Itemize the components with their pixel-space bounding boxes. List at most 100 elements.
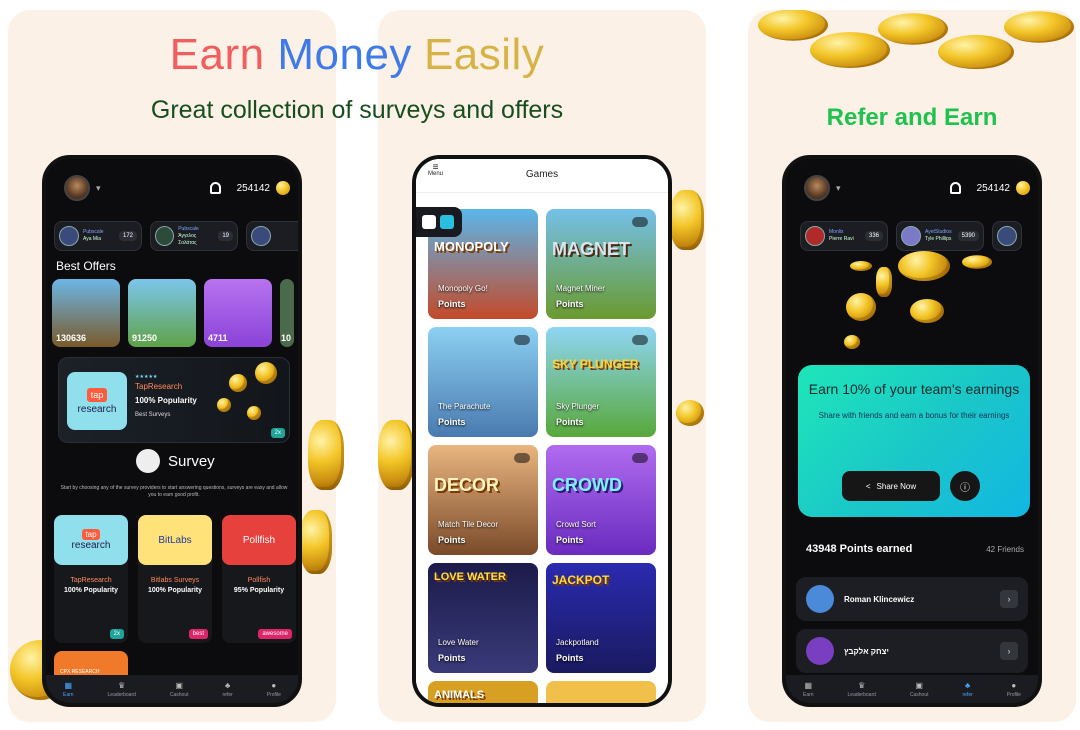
bottom-nav: ▦ Earn ♛ Leaderboard ▣ Cashout ♣ refer ● Prof…	[786, 675, 1038, 703]
provider-icon	[422, 215, 436, 229]
app-store-screenshots: Earn Money Easily Great collection of sur…	[0, 0, 1080, 730]
nav-leaderboard[interactable]: ♛ Leaderboard	[108, 681, 136, 698]
coin-decoration	[844, 335, 860, 349]
game-tile[interactable]: ANIMALS	[428, 681, 538, 703]
banner-tag: Best Surveys	[135, 412, 171, 418]
game-tile[interactable]: CROWD Crowd Sort Points	[546, 445, 656, 555]
tapresearch-logo: tap research	[67, 372, 127, 430]
add-user-icon: ♣	[965, 680, 971, 690]
coin-decoration	[308, 420, 344, 490]
game-tile[interactable]: LOVE WATER Love Water Points	[428, 563, 538, 673]
offer-tile[interactable]: 10	[280, 279, 294, 347]
toggle-icon	[632, 335, 648, 345]
coin-decoration	[300, 510, 332, 574]
chevron-right-icon[interactable]: ›	[1000, 590, 1018, 608]
coin-decoration	[229, 374, 247, 392]
game-tile[interactable]	[546, 681, 656, 703]
multiplier-badge: 2x	[270, 428, 285, 438]
chevron-down-icon[interactable]: ▾	[96, 183, 101, 194]
friends-count: 42 Friends	[986, 544, 1024, 554]
share-now-button[interactable]: < Share Now	[842, 471, 940, 501]
provider-switcher[interactable]	[416, 207, 462, 237]
coin-decoration	[876, 267, 892, 297]
featured-survey-banner[interactable]: tap research ★★★★★ TapResearch 100% Popul…	[58, 357, 290, 443]
game-tile[interactable]: The Parachute Points	[428, 327, 538, 437]
bottom-nav: ▦ Earn ♛ Leaderboard ▣ Cashout ♣ refer ● Prof…	[46, 675, 298, 703]
offer-tile[interactable]: 91250	[128, 279, 196, 347]
refer-title: Refer and Earn	[826, 104, 998, 131]
nav-earn[interactable]: ▦ Earn	[63, 681, 74, 698]
rating-stars: ★★★★★	[135, 374, 158, 380]
avatar	[997, 226, 1017, 246]
earner-chip[interactable]	[992, 221, 1022, 251]
coin-decoration	[898, 251, 950, 281]
avatar[interactable]	[64, 175, 90, 201]
points-balance: 254142	[976, 182, 1010, 194]
coin-decoration	[217, 398, 231, 412]
game-tile[interactable]: SKY PLUNGER Sky Plunger Points	[546, 327, 656, 437]
offer-tile[interactable]: 4711	[204, 279, 272, 347]
coin-decoration	[850, 261, 872, 271]
nav-refer[interactable]: ♣ refer	[222, 681, 232, 698]
bell-icon[interactable]	[209, 182, 221, 194]
avatar	[805, 226, 825, 246]
nav-leaderboard[interactable]: ♛ Leaderboard	[848, 681, 876, 698]
points-balance: 254142	[236, 182, 270, 194]
game-tile[interactable]: DECOR Match Tile Decor Points	[428, 445, 538, 555]
toggle-icon	[632, 217, 648, 227]
recent-earners: Monlix Pierre Ravi 336 AyetStudios Tyle Ph…	[800, 221, 1022, 251]
friend-row[interactable]: Roman Klincewicz ›	[796, 577, 1028, 621]
earner-chip[interactable]: AyetStudios Tyle Phillips 5390	[896, 221, 984, 251]
coin-decoration	[910, 299, 944, 323]
avatar	[806, 585, 834, 613]
nav-profile[interactable]: ● Profile	[1007, 681, 1021, 698]
phone-earn: ▾ 254142 Pubscale Aya Mia 172 Pubscale Άγγ…	[42, 155, 302, 707]
add-user-icon: ♣	[225, 680, 231, 690]
nav-cashout[interactable]: ▣ Cashout	[170, 681, 189, 698]
share-icon: <	[865, 481, 871, 491]
games-header: ≡ Menu Games	[416, 159, 668, 193]
friend-row[interactable]: יצחק אלקבץ ›	[796, 629, 1028, 673]
avatar	[59, 226, 79, 246]
coin-decoration	[846, 293, 876, 321]
bell-icon[interactable]	[949, 182, 961, 194]
offer-tile[interactable]: 130636	[52, 279, 120, 347]
referral-card: Earn 10% of your team's earnings Share w…	[798, 365, 1030, 517]
nav-cashout[interactable]: ▣ Cashout	[910, 681, 929, 698]
promo-subtitle: Great collection of surveys and offers	[150, 96, 564, 124]
crown-icon: ♛	[118, 680, 126, 690]
page-title: Games	[525, 169, 559, 180]
chevron-down-icon[interactable]: ▾	[836, 183, 841, 194]
info-button[interactable]: ⓘ	[950, 471, 980, 501]
provider-icon	[440, 215, 454, 229]
avatar	[901, 226, 921, 246]
top-bar: ▾ 254142	[786, 159, 1038, 217]
promo-headline: Earn Money Easily	[169, 30, 545, 79]
earner-chip[interactable]: Monlix Pierre Ravi 336	[800, 221, 888, 251]
earner-chip[interactable]: Pubscale Aya Mia 172	[54, 221, 142, 251]
recent-earners: Pubscale Aya Mia 172 Pubscale Άγγελος Σολά…	[54, 221, 298, 251]
avatar	[806, 637, 834, 665]
coin-decoration	[255, 362, 277, 384]
coin-decoration	[962, 255, 992, 269]
survey-provider-card[interactable]: Pollfish Pollfish 95% Popularity awesome	[222, 515, 296, 643]
games-grid: MONOPOLY Monopoly Go! Points MAGNET Magnet …	[428, 209, 656, 703]
phone-games: ≡ Menu Games MONOPOLY Monopoly Go! Points M…	[412, 155, 672, 707]
nav-profile[interactable]: ● Profile	[267, 681, 281, 698]
survey-description: Start by choosing any of the survey prov…	[60, 485, 288, 498]
earner-chip[interactable]	[246, 221, 298, 251]
survey-providers: tap research TapResearch 100% Popularity …	[54, 515, 296, 643]
game-tile[interactable]: JACKPOT Jackpotland Points	[546, 563, 656, 673]
survey-heading: Survey	[136, 449, 215, 473]
avatar[interactable]	[804, 175, 830, 201]
chevron-right-icon[interactable]: ›	[1000, 642, 1018, 660]
toggle-icon	[514, 335, 530, 345]
survey-provider-card[interactable]: BitLabs Bitlabs Surveys 100% Popularity …	[138, 515, 212, 643]
phone-refer: ▾ 254142 Monlix Pierre Ravi 336 AyetStudi…	[782, 155, 1042, 707]
provider-logo: Pollfish	[222, 515, 296, 565]
survey-provider-card[interactable]: tap research TapResearch 100% Popularity …	[54, 515, 128, 643]
earner-chip[interactable]: Pubscale Άγγελος Σολάτας 19	[150, 221, 238, 251]
nav-refer[interactable]: ♣ refer	[962, 681, 972, 698]
nav-earn[interactable]: ▦ Earn	[803, 681, 814, 698]
game-tile[interactable]: MAGNET Magnet Miner Points	[546, 209, 656, 319]
